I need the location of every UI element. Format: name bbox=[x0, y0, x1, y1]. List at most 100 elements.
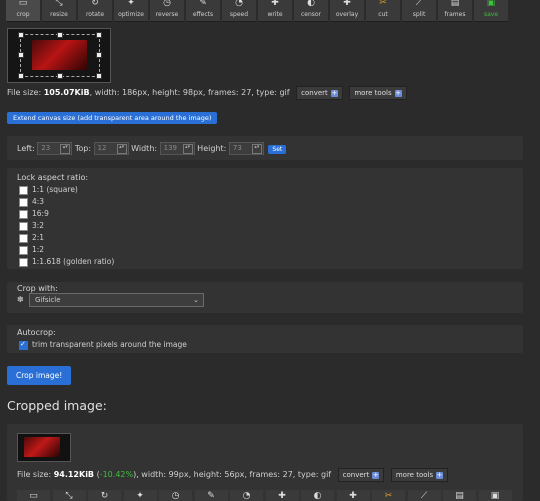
autocrop-label: trim transparent pixels around the image bbox=[32, 340, 187, 349]
convert-button[interactable]: convert + bbox=[337, 468, 385, 482]
aspect-option[interactable]: 4:3 bbox=[19, 197, 44, 207]
crop-engine-value: Gifsicle bbox=[35, 296, 61, 304]
crop-handle[interactable] bbox=[57, 73, 63, 79]
height-input[interactable]: 73 ▴▾ bbox=[228, 142, 264, 155]
convert-button[interactable]: convert + bbox=[296, 86, 343, 100]
crop-handle[interactable] bbox=[18, 73, 24, 79]
stepper-icon[interactable]: ▴▾ bbox=[182, 144, 193, 154]
aspect-option[interactable]: 16:9 bbox=[19, 209, 49, 219]
tool-resize[interactable]: ⤡ resize bbox=[42, 0, 76, 22]
aspect-option-label: 1:1.618 (golden ratio) bbox=[32, 257, 115, 266]
tool-frames[interactable]: ▤ frames bbox=[438, 0, 472, 22]
crop-handle[interactable] bbox=[18, 52, 24, 58]
autocrop-option[interactable]: trim transparent pixels around the image bbox=[19, 340, 187, 350]
write-icon[interactable]: ✚ bbox=[265, 490, 299, 501]
autocrop-checkbox[interactable] bbox=[19, 340, 28, 350]
tool-save[interactable]: ▣ save bbox=[474, 0, 508, 22]
crop-handle[interactable] bbox=[18, 32, 24, 38]
crop-engine-select[interactable]: Gifsicle ⌄ bbox=[29, 293, 204, 307]
more-tools-label: more tools bbox=[354, 89, 392, 97]
effects-icon: ✎ bbox=[199, 0, 207, 8]
tool-label: crop bbox=[16, 11, 30, 18]
aspect-checkbox[interactable] bbox=[19, 197, 28, 207]
top-input[interactable]: 12 ▴▾ bbox=[93, 142, 129, 155]
crop-icon[interactable]: ▭ bbox=[17, 490, 50, 501]
split-icon[interactable]: ⟋ bbox=[407, 490, 441, 501]
frames-icon[interactable]: ▤ bbox=[443, 490, 476, 501]
top-label: Top: bbox=[74, 144, 92, 153]
width-label: Width: bbox=[131, 144, 158, 153]
source-image-preview[interactable] bbox=[7, 28, 111, 83]
plus-icon: + bbox=[394, 89, 402, 97]
crop-handle[interactable] bbox=[96, 32, 102, 38]
stepper-icon[interactable]: ▴▾ bbox=[116, 144, 127, 154]
tool-label: reverse bbox=[155, 11, 179, 18]
cropped-image-heading: Cropped image: bbox=[7, 398, 107, 413]
tool-reverse[interactable]: ◷ reverse bbox=[150, 0, 184, 22]
tool-crop[interactable]: ▭ crop bbox=[6, 0, 40, 22]
write-icon: ✚ bbox=[271, 0, 279, 8]
speed-icon[interactable]: ◔ bbox=[230, 490, 263, 501]
stepper-icon[interactable]: ▴▾ bbox=[60, 144, 71, 154]
dimension-inputs: Left: 23 ▴▾ Top: 12 ▴▾ Width: 139 ▴▾ Height… bbox=[17, 142, 287, 155]
file-size-label: File size: bbox=[7, 88, 42, 97]
crop-handle[interactable] bbox=[96, 73, 102, 79]
autocrop-title: Autocrop: bbox=[17, 328, 56, 337]
aspect-checkbox[interactable] bbox=[19, 257, 28, 267]
more-tools-button[interactable]: more tools + bbox=[349, 86, 407, 100]
aspect-option[interactable]: 2:1 bbox=[19, 233, 44, 243]
chevron-down-icon: ⌄ bbox=[193, 296, 199, 304]
autocrop-panel: Autocrop: trim transparent pixels around… bbox=[7, 325, 523, 353]
crop-selection[interactable] bbox=[18, 32, 102, 79]
aspect-checkbox[interactable] bbox=[19, 209, 28, 219]
cut-icon: ✂ bbox=[379, 0, 387, 8]
tool-speed[interactable]: ◔ speed bbox=[222, 0, 256, 22]
more-tools-button[interactable]: more tools + bbox=[390, 468, 449, 482]
tool-label: write bbox=[267, 11, 283, 18]
reverse-icon[interactable]: ◷ bbox=[159, 490, 192, 501]
tool-rotate[interactable]: ↻ rotate bbox=[78, 0, 112, 22]
tool-label: optimize bbox=[118, 11, 144, 18]
extend-canvas-button[interactable]: Extend canvas size (add transparent area… bbox=[7, 112, 218, 124]
cut-icon[interactable]: ✂ bbox=[372, 490, 405, 501]
tool-effects[interactable]: ✎ effects bbox=[186, 0, 220, 22]
optimize-icon[interactable]: ✦ bbox=[123, 490, 157, 501]
aspect-option[interactable]: 1:1 (square) bbox=[19, 185, 78, 195]
stepper-icon[interactable]: ▴▾ bbox=[251, 144, 262, 154]
tool-write[interactable]: ✚ write bbox=[258, 0, 292, 22]
crop-handle[interactable] bbox=[57, 32, 63, 38]
cropped-image bbox=[24, 437, 60, 457]
cropped-image-preview bbox=[17, 433, 71, 462]
crop-image-button[interactable]: Crop image! bbox=[7, 366, 72, 385]
save-icon[interactable]: ▣ bbox=[478, 490, 512, 501]
more-tools-label: more tools bbox=[395, 471, 434, 479]
left-input[interactable]: 23 ▴▾ bbox=[37, 142, 73, 155]
left-value: 23 bbox=[41, 144, 51, 152]
convert-label: convert bbox=[342, 471, 370, 479]
tool-overlay[interactable]: ✚ overlay bbox=[330, 0, 364, 22]
aspect-option-label: 4:3 bbox=[32, 197, 45, 206]
rotate-icon[interactable]: ↻ bbox=[88, 490, 121, 501]
overlay-icon[interactable]: ✚ bbox=[336, 490, 370, 501]
resize-icon[interactable]: ⤡ bbox=[52, 490, 86, 501]
censor-icon[interactable]: ◐ bbox=[301, 490, 334, 501]
aspect-checkbox[interactable] bbox=[19, 185, 28, 195]
aspect-option[interactable]: 1:1.618 (golden ratio) bbox=[19, 257, 114, 267]
aspect-checkbox[interactable] bbox=[19, 245, 28, 255]
aspect-checkbox[interactable] bbox=[19, 233, 28, 243]
set-button[interactable]: Set bbox=[268, 145, 287, 154]
gear-icon: ✽ bbox=[17, 295, 24, 304]
effects-icon[interactable]: ✎ bbox=[194, 490, 228, 501]
left-label: Left: bbox=[17, 144, 35, 153]
crop-handle[interactable] bbox=[96, 52, 102, 58]
aspect-checkbox[interactable] bbox=[19, 221, 28, 231]
aspect-option[interactable]: 1:2 bbox=[19, 245, 44, 255]
crop-with-title: Crop with: bbox=[17, 284, 58, 293]
tool-split[interactable]: ⟋ split bbox=[402, 0, 436, 22]
tool-optimize[interactable]: ✦ optimize bbox=[114, 0, 148, 22]
tool-censor[interactable]: ◐ censor bbox=[294, 0, 328, 22]
aspect-option[interactable]: 3:2 bbox=[19, 221, 44, 231]
width-input[interactable]: 139 ▴▾ bbox=[159, 142, 195, 155]
tool-cut[interactable]: ✂ cut bbox=[366, 0, 400, 22]
size-change-percent: -10.42% bbox=[99, 470, 134, 479]
